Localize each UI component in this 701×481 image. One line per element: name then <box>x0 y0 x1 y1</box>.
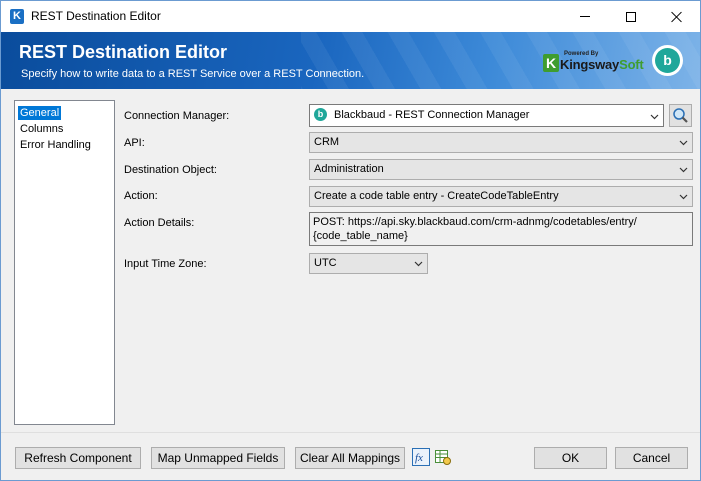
refresh-component-button[interactable]: Refresh Component <box>15 447 141 469</box>
action-details-line2: {code_table_name} <box>313 230 408 242</box>
nav-item-columns[interactable]: Columns <box>18 122 65 136</box>
chevron-down-icon <box>414 261 423 267</box>
map-unmapped-fields-button[interactable]: Map Unmapped Fields <box>151 447 285 469</box>
vendor-name-main: Kingsway <box>560 57 620 72</box>
window-title: REST Destination Editor <box>31 9 161 23</box>
expression-button[interactable]: fx <box>412 448 430 466</box>
blackbaud-logo-letter: b <box>655 48 680 73</box>
minimize-icon <box>580 16 590 17</box>
destination-object-label: Destination Object: <box>124 164 217 176</box>
kingswaysoft-k-icon: K <box>543 54 559 72</box>
title-bar: K REST Destination Editor <box>1 1 700 32</box>
api-value: CRM <box>314 136 340 148</box>
connection-search-button[interactable] <box>669 104 692 127</box>
destination-object-select[interactable]: Administration <box>309 159 693 180</box>
connection-manager-value: Blackbaud - REST Connection Manager <box>334 109 530 121</box>
chevron-down-icon <box>650 114 659 120</box>
blackbaud-logo-icon: b <box>652 45 683 76</box>
editor-window: K REST Destination Editor REST Destinati… <box>0 0 701 481</box>
action-details-label: Action Details: <box>124 217 195 229</box>
clear-all-mappings-button[interactable]: Clear All Mappings <box>295 447 405 469</box>
header-banner: REST Destination Editor Specify how to w… <box>1 32 700 89</box>
blackbaud-small-icon: b <box>314 108 327 121</box>
chevron-down-icon <box>679 167 688 173</box>
action-label: Action: <box>124 190 158 202</box>
destination-object-value: Administration <box>314 163 384 175</box>
section-nav: General Columns Error Handling <box>14 100 115 425</box>
api-select[interactable]: CRM <box>309 132 693 153</box>
function-icon: fx <box>412 448 430 466</box>
api-label: API: <box>124 137 145 149</box>
magnifier-icon <box>673 108 688 123</box>
connection-manager-select[interactable]: b Blackbaud - REST Connection Manager <box>309 104 664 127</box>
input-time-zone-label: Input Time Zone: <box>124 258 207 270</box>
banner-title: REST Destination Editor <box>19 42 228 62</box>
action-select[interactable]: Create a code table entry - CreateCodeTa… <box>309 186 693 207</box>
kingswaysoft-logo: Powered By K KingswaySoft <box>543 49 644 75</box>
minimize-button[interactable] <box>562 1 608 32</box>
close-icon <box>671 11 683 23</box>
input-time-zone-value: UTC <box>314 257 337 269</box>
nav-item-error-handling[interactable]: Error Handling <box>18 138 93 152</box>
table-gear-icon <box>435 450 451 465</box>
chevron-down-icon <box>679 194 688 200</box>
close-button[interactable] <box>654 1 700 32</box>
ok-button[interactable]: OK <box>534 447 607 469</box>
svg-text:fx: fx <box>415 452 423 464</box>
banner-subtitle: Specify how to write data to a REST Serv… <box>21 68 365 80</box>
table-settings-button[interactable] <box>434 448 452 466</box>
maximize-icon <box>626 11 636 22</box>
vendor-name-accent: Soft <box>619 57 644 72</box>
action-value: Create a code table entry - CreateCodeTa… <box>314 190 559 202</box>
app-icon: K <box>10 9 24 24</box>
cancel-button[interactable]: Cancel <box>615 447 688 469</box>
nav-item-general[interactable]: General <box>18 106 62 120</box>
input-time-zone-select[interactable]: UTC <box>309 253 428 274</box>
action-details-box[interactable]: POST: https://api.sky.blackbaud.com/crm-… <box>309 212 693 246</box>
footer-divider <box>1 432 700 433</box>
maximize-button[interactable] <box>608 1 654 32</box>
chevron-down-icon <box>679 140 688 146</box>
action-details-line1: POST: https://api.sky.blackbaud.com/crm-… <box>313 216 637 228</box>
connection-manager-label: Connection Manager: <box>124 110 230 122</box>
